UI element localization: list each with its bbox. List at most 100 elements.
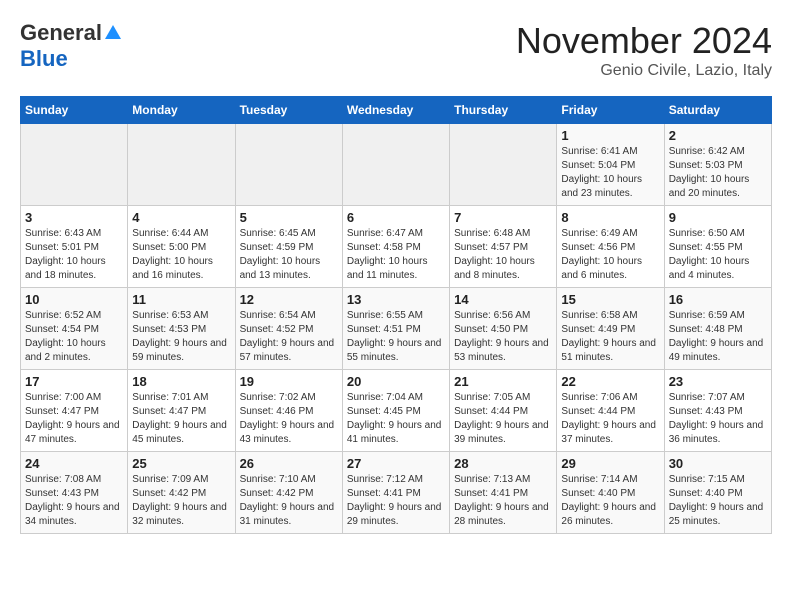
day-info: Sunrise: 7:05 AMSunset: 4:44 PMDaylight:… (454, 391, 552, 447)
weekday-header-friday: Friday (557, 97, 664, 124)
logo-triangle-icon (105, 25, 121, 39)
day-info: Sunrise: 6:56 AMSunset: 4:50 PMDaylight:… (454, 309, 552, 365)
day-info: Sunrise: 7:01 AMSunset: 4:47 PMDaylight:… (132, 391, 230, 447)
day-cell: 26 Sunrise: 7:10 AMSunset: 4:42 PMDayligh… (235, 452, 342, 534)
day-cell (128, 124, 235, 206)
weekday-header-saturday: Saturday (664, 97, 771, 124)
day-number: 14 (454, 292, 552, 307)
day-info: Sunrise: 6:58 AMSunset: 4:49 PMDaylight:… (561, 309, 659, 365)
day-cell: 20 Sunrise: 7:04 AMSunset: 4:45 PMDayligh… (342, 370, 449, 452)
day-number: 15 (561, 292, 659, 307)
day-cell: 17 Sunrise: 7:00 AMSunset: 4:47 PMDayligh… (21, 370, 128, 452)
day-cell: 8 Sunrise: 6:49 AMSunset: 4:56 PMDaylight… (557, 206, 664, 288)
day-info: Sunrise: 6:54 AMSunset: 4:52 PMDaylight:… (240, 309, 338, 365)
day-number: 7 (454, 210, 552, 225)
day-cell: 13 Sunrise: 6:55 AMSunset: 4:51 PMDayligh… (342, 288, 449, 370)
day-info: Sunrise: 7:00 AMSunset: 4:47 PMDaylight:… (25, 391, 123, 447)
month-year-title: November 2024 (516, 20, 772, 62)
day-number: 11 (132, 292, 230, 307)
day-info: Sunrise: 6:44 AMSunset: 5:00 PMDaylight:… (132, 227, 230, 283)
day-cell (235, 124, 342, 206)
day-cell: 30Sunrise: 7:15 AMSunset: 4:40 PMDayligh… (664, 452, 771, 534)
week-row-1: 1Sunrise: 6:41 AMSunset: 5:04 PMDaylight… (21, 124, 772, 206)
day-cell: 29Sunrise: 7:14 AMSunset: 4:40 PMDayligh… (557, 452, 664, 534)
day-info: Sunrise: 6:43 AMSunset: 5:01 PMDaylight:… (25, 227, 123, 283)
day-number: 23 (669, 374, 767, 389)
day-number: 18 (132, 374, 230, 389)
day-info: Sunrise: 7:10 AMSunset: 4:42 PMDaylight:… (240, 473, 338, 529)
day-cell: 16 Sunrise: 6:59 AMSunset: 4:48 PMDayligh… (664, 288, 771, 370)
week-row-5: 24 Sunrise: 7:08 AMSunset: 4:43 PMDayligh… (21, 452, 772, 534)
day-info: Sunrise: 6:49 AMSunset: 4:56 PMDaylight:… (561, 227, 659, 283)
day-cell: 21 Sunrise: 7:05 AMSunset: 4:44 PMDayligh… (450, 370, 557, 452)
day-info: Sunrise: 7:12 AMSunset: 4:41 PMDaylight:… (347, 473, 445, 529)
weekday-header-thursday: Thursday (450, 97, 557, 124)
day-info: Sunrise: 7:07 AMSunset: 4:43 PMDaylight:… (669, 391, 767, 447)
logo-general: General (20, 20, 102, 46)
day-cell: 4 Sunrise: 6:44 AMSunset: 5:00 PMDaylight… (128, 206, 235, 288)
day-number: 17 (25, 374, 123, 389)
day-info: Sunrise: 6:59 AMSunset: 4:48 PMDaylight:… (669, 309, 767, 365)
day-cell: 1Sunrise: 6:41 AMSunset: 5:04 PMDaylight… (557, 124, 664, 206)
day-cell: 23 Sunrise: 7:07 AMSunset: 4:43 PMDayligh… (664, 370, 771, 452)
day-info: Sunrise: 6:42 AMSunset: 5:03 PMDaylight:… (669, 145, 767, 201)
day-number: 3 (25, 210, 123, 225)
weekday-header-tuesday: Tuesday (235, 97, 342, 124)
day-number: 9 (669, 210, 767, 225)
day-cell: 24 Sunrise: 7:08 AMSunset: 4:43 PMDayligh… (21, 452, 128, 534)
weekday-header-monday: Monday (128, 97, 235, 124)
day-number: 2 (669, 128, 767, 143)
day-number: 19 (240, 374, 338, 389)
day-cell: 14 Sunrise: 6:56 AMSunset: 4:50 PMDayligh… (450, 288, 557, 370)
page-header: General Blue November 2024 Genio Civile,… (20, 20, 772, 80)
day-info: Sunrise: 6:41 AMSunset: 5:04 PMDaylight:… (561, 145, 659, 201)
day-cell: 22 Sunrise: 7:06 AMSunset: 4:44 PMDayligh… (557, 370, 664, 452)
location-subtitle: Genio Civile, Lazio, Italy (516, 62, 772, 80)
day-info: Sunrise: 6:50 AMSunset: 4:55 PMDaylight:… (669, 227, 767, 283)
day-number: 20 (347, 374, 445, 389)
day-cell: 11 Sunrise: 6:53 AMSunset: 4:53 PMDayligh… (128, 288, 235, 370)
day-info: Sunrise: 7:04 AMSunset: 4:45 PMDaylight:… (347, 391, 445, 447)
day-number: 22 (561, 374, 659, 389)
day-cell: 18 Sunrise: 7:01 AMSunset: 4:47 PMDayligh… (128, 370, 235, 452)
calendar-table: SundayMondayTuesdayWednesdayThursdayFrid… (20, 96, 772, 534)
title-block: November 2024 Genio Civile, Lazio, Italy (516, 20, 772, 80)
day-cell: 10 Sunrise: 6:52 AMSunset: 4:54 PMDayligh… (21, 288, 128, 370)
weekday-header-wednesday: Wednesday (342, 97, 449, 124)
day-number: 5 (240, 210, 338, 225)
week-row-2: 3 Sunrise: 6:43 AMSunset: 5:01 PMDaylight… (21, 206, 772, 288)
day-number: 6 (347, 210, 445, 225)
day-info: Sunrise: 7:08 AMSunset: 4:43 PMDaylight:… (25, 473, 123, 529)
day-cell: 19Sunrise: 7:02 AMSunset: 4:46 PMDayligh… (235, 370, 342, 452)
day-number: 4 (132, 210, 230, 225)
day-info: Sunrise: 6:52 AMSunset: 4:54 PMDaylight:… (25, 309, 123, 365)
day-info: Sunrise: 6:55 AMSunset: 4:51 PMDaylight:… (347, 309, 445, 365)
weekday-header-row: SundayMondayTuesdayWednesdayThursdayFrid… (21, 97, 772, 124)
day-number: 26 (240, 456, 338, 471)
day-info: Sunrise: 7:14 AMSunset: 4:40 PMDaylight:… (561, 473, 659, 529)
day-cell: 2 Sunrise: 6:42 AMSunset: 5:03 PMDaylight… (664, 124, 771, 206)
day-cell: 28Sunrise: 7:13 AMSunset: 4:41 PMDayligh… (450, 452, 557, 534)
day-number: 13 (347, 292, 445, 307)
day-info: Sunrise: 6:45 AMSunset: 4:59 PMDaylight:… (240, 227, 338, 283)
day-number: 25 (132, 456, 230, 471)
day-info: Sunrise: 6:53 AMSunset: 4:53 PMDaylight:… (132, 309, 230, 365)
day-number: 27 (347, 456, 445, 471)
day-info: Sunrise: 7:06 AMSunset: 4:44 PMDaylight:… (561, 391, 659, 447)
day-cell: 5 Sunrise: 6:45 AMSunset: 4:59 PMDaylight… (235, 206, 342, 288)
week-row-4: 17 Sunrise: 7:00 AMSunset: 4:47 PMDayligh… (21, 370, 772, 452)
day-number: 8 (561, 210, 659, 225)
day-number: 10 (25, 292, 123, 307)
day-cell: 9 Sunrise: 6:50 AMSunset: 4:55 PMDaylight… (664, 206, 771, 288)
day-info: Sunrise: 7:15 AMSunset: 4:40 PMDaylight:… (669, 473, 767, 529)
day-cell: 12 Sunrise: 6:54 AMSunset: 4:52 PMDayligh… (235, 288, 342, 370)
day-cell (342, 124, 449, 206)
day-info: Sunrise: 6:47 AMSunset: 4:58 PMDaylight:… (347, 227, 445, 283)
day-info: Sunrise: 6:48 AMSunset: 4:57 PMDaylight:… (454, 227, 552, 283)
day-number: 16 (669, 292, 767, 307)
day-number: 24 (25, 456, 123, 471)
day-info: Sunrise: 7:09 AMSunset: 4:42 PMDaylight:… (132, 473, 230, 529)
day-cell: 27 Sunrise: 7:12 AMSunset: 4:41 PMDayligh… (342, 452, 449, 534)
day-number: 12 (240, 292, 338, 307)
day-number: 21 (454, 374, 552, 389)
